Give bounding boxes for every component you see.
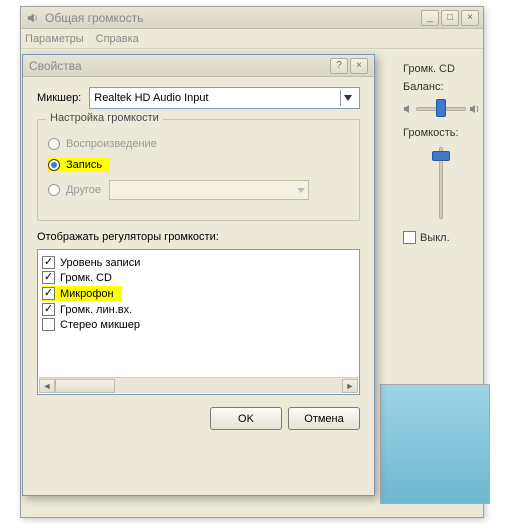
chevron-down-icon (340, 90, 355, 106)
item-checkbox[interactable]: ✓ (42, 287, 55, 300)
volume-adjust-group: Настройка громкости Воспроизведение Запи… (37, 119, 360, 221)
speaker-left-icon (403, 103, 413, 115)
item-label: Стерео микшер (60, 319, 140, 331)
other-select (109, 180, 309, 200)
properties-dialog: Свойства ? × Микшер: Realtek HD Audio In… (22, 54, 375, 496)
channel-title: Громк. CD (403, 63, 479, 75)
item-label: Громк. CD (60, 272, 112, 284)
menu-params[interactable]: Параметры (25, 33, 84, 45)
speaker-right-icon (469, 103, 479, 115)
scroll-left-icon[interactable]: ◄ (39, 379, 55, 393)
balance-label: Баланс: (403, 81, 479, 93)
item-checkbox[interactable] (42, 318, 55, 331)
radio-playback: Воспроизведение (48, 138, 349, 150)
mixer-value: Realtek HD Audio Input (94, 92, 208, 104)
menu-help[interactable]: Справка (96, 33, 139, 45)
list-item[interactable]: ✓ Микрофон (42, 286, 355, 301)
item-label: Громк. лин.вх. (60, 304, 132, 316)
dialog-help-button[interactable]: ? (330, 58, 348, 74)
ok-button[interactable]: OK (210, 407, 282, 430)
list-item[interactable]: ✓ Громк. CD (42, 271, 355, 284)
background-gradient-tile (380, 384, 490, 504)
mute-label: Выкл. (420, 232, 450, 244)
volume-label: Громкость: (403, 127, 479, 139)
item-label: Микрофон (60, 288, 114, 300)
item-checkbox[interactable]: ✓ (42, 303, 55, 316)
list-item[interactable]: Стерео микшер (42, 318, 355, 331)
horizontal-scrollbar[interactable]: ◄ ► (39, 377, 358, 393)
balance-slider[interactable] (403, 97, 479, 121)
cancel-button[interactable]: Отмена (288, 407, 360, 430)
item-checkbox[interactable]: ✓ (42, 271, 55, 284)
mixer-select[interactable]: Realtek HD Audio Input (89, 87, 360, 109)
item-checkbox[interactable]: ✓ (42, 256, 55, 269)
dialog-close-button[interactable]: × (350, 58, 368, 74)
dialog-titlebar: Свойства ? × (23, 55, 374, 77)
mute-checkbox[interactable] (403, 231, 416, 244)
menubar: Параметры Справка (21, 29, 483, 49)
dialog-title: Свойства (29, 59, 82, 73)
window-title: Общая громкость (45, 11, 421, 25)
group-legend: Настройка громкости (46, 112, 163, 124)
list-item[interactable]: ✓ Громк. лин.вх. (42, 303, 355, 316)
close-button[interactable]: × (461, 10, 479, 26)
titlebar: Общая громкость _ □ × (21, 7, 483, 29)
volume-slider[interactable] (426, 143, 456, 223)
list-label: Отображать регуляторы громкости: (37, 231, 360, 243)
list-item[interactable]: ✓ Уровень записи (42, 256, 355, 269)
scroll-right-icon[interactable]: ► (342, 379, 358, 393)
item-label: Уровень записи (60, 257, 140, 269)
mixer-label: Микшер: (37, 92, 81, 104)
radio-record[interactable]: Запись (48, 158, 349, 172)
speaker-icon (25, 10, 41, 26)
controls-listbox: ✓ Уровень записи ✓ Громк. CD ✓ Микрофон ✓ Громк… (37, 249, 360, 395)
maximize-button[interactable]: □ (441, 10, 459, 26)
radio-other: Другое (48, 180, 349, 200)
minimize-button[interactable]: _ (421, 10, 439, 26)
